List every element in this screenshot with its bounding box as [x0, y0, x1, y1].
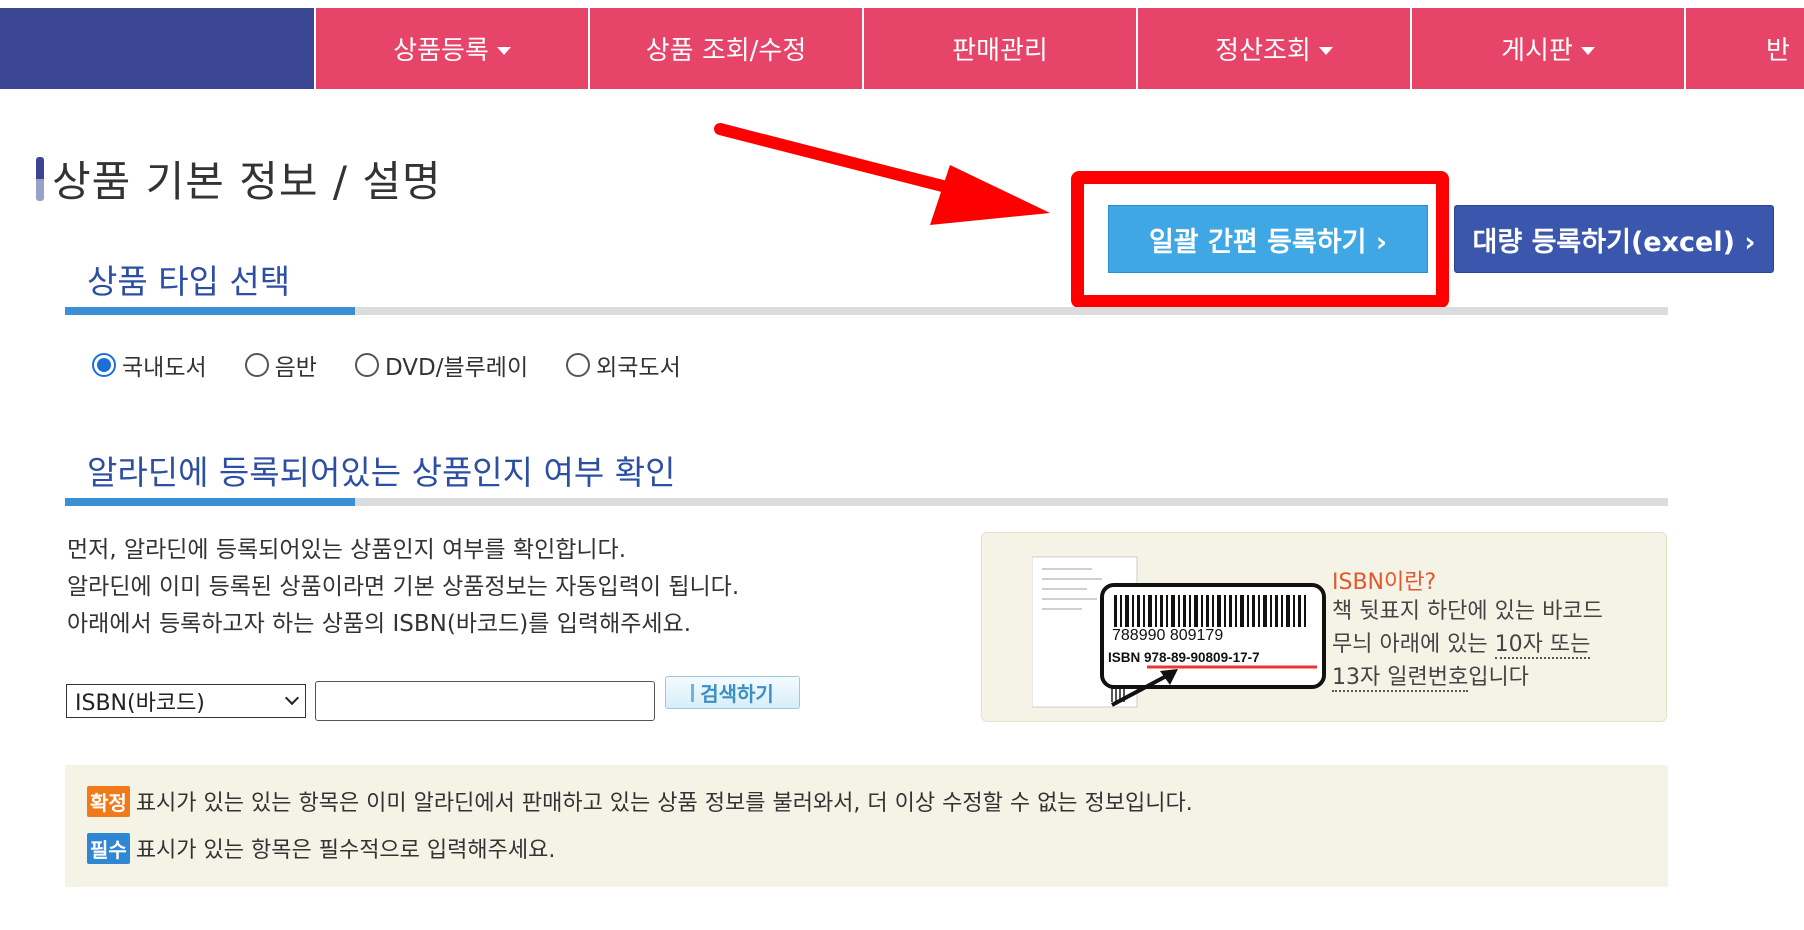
isbn-info-box: 788990 809179 ISBN 978-89-90809-17-7 ISB… [981, 532, 1667, 722]
nav-item-settlement[interactable]: 정산조회 [1136, 8, 1410, 89]
isbn-info-emphasis: 13자 일련번호 [1332, 665, 1469, 692]
section-product-type: 상품 타입 선택 [65, 255, 1668, 315]
isbn-info-line: 무늬 아래에 있는 10자 또는 [1332, 628, 1603, 661]
description-line: 알라딘에 이미 등록된 상품이라면 기본 상품정보는 자동입력이 됩니다. [67, 574, 740, 600]
radio-unchecked-icon[interactable] [244, 353, 269, 377]
isbn-info-text-part: 무늬 아래에 있는 [1332, 632, 1495, 657]
check-description: 먼저, 알라딘에 등록되어있는 상품인지 여부를 확인합니다. 알라딘에 이미 … [67, 532, 739, 643]
barcode-illustration-icon: 788990 809179 ISBN 978-89-90809-17-7 [1032, 556, 1326, 708]
select-value: ISBN(바코드) [75, 691, 205, 716]
caret-down-icon [1580, 46, 1595, 55]
page-title-text: 상품 기본 정보 / 설명 [52, 157, 442, 206]
product-type-radio-group: 국내도서 음반 DVD/블루레이 외국도서 [92, 348, 719, 382]
section-title: 상품 타입 선택 [87, 262, 291, 301]
isbn-number-label: ISBN 978-89-90809-17-7 [1108, 650, 1260, 665]
red-arrow-annotation-icon [714, 123, 1050, 225]
section-divider-accent [65, 498, 355, 506]
search-button[interactable]: 검색하기 [665, 676, 800, 709]
isbn-search-input[interactable] [315, 681, 655, 721]
caret-down-icon [1318, 46, 1333, 55]
radio-label: 국내도서 [122, 355, 207, 381]
brand-area[interactable] [0, 8, 314, 89]
section-title: 알라딘에 등록되어있는 상품인지 여부 확인 [87, 453, 676, 492]
nav-item-return[interactable]: 반 [1684, 8, 1804, 89]
nav-item-board[interactable]: 게시판 [1410, 8, 1684, 89]
nav-item-product-register[interactable]: 상품등록 [314, 8, 588, 89]
nav-label: 정산조회 [1215, 36, 1311, 66]
radio-dvd-bluray[interactable]: DVD/블루레이 [354, 348, 529, 382]
radio-unchecked-icon[interactable] [354, 353, 379, 377]
isbn-info-text-part: 입니다 [1468, 665, 1529, 690]
notice-confirmed-line: 확정 표시가 있는 있는 항목은 이미 알라딘에서 판매하고 있는 상품 정보를… [87, 785, 1193, 817]
radio-foreign-book[interactable]: 외국도서 [566, 348, 681, 382]
confirmed-badge: 확정 [87, 785, 130, 817]
isbn-info-line: 13자 일련번호입니다 [1332, 661, 1603, 694]
description-line: 먼저, 알라딘에 등록되어있는 상품인지 여부를 확인합니다. [67, 537, 627, 563]
nav-label: 상품 조회/수정 [645, 36, 807, 66]
nav-label: 판매관리 [952, 36, 1048, 66]
barcode-digits: 788990 809179 [1112, 627, 1223, 644]
notice-text: 표시가 있는 있는 항목은 이미 알라딘에서 판매하고 있는 상품 정보를 불러… [135, 791, 1193, 816]
notice-required-line: 필수 표시가 있는 항목은 필수적으로 입력해주세요. [87, 832, 555, 864]
radio-album[interactable]: 음반 [244, 348, 317, 382]
search-button-bar-icon [691, 683, 695, 702]
section-registration-check: 알라딘에 등록되어있는 상품인지 여부 확인 [65, 446, 1668, 506]
radio-unchecked-icon[interactable] [566, 353, 591, 377]
isbn-info-emphasis: 10자 또는 [1494, 632, 1591, 659]
page-title: 상품 기본 정보 / 설명 [36, 148, 442, 209]
nav-label: 상품등록 [393, 36, 489, 66]
isbn-info-title: ISBN이란? [1332, 570, 1437, 595]
search-button-label: 검색하기 [700, 682, 774, 706]
radio-label: 음반 [274, 355, 317, 381]
nav-label: 게시판 [1501, 36, 1573, 66]
radio-label: DVD/블루레이 [384, 355, 529, 381]
section-divider-accent [65, 307, 355, 315]
section-divider [65, 307, 1668, 315]
required-badge: 필수 [87, 832, 130, 864]
notice-box: 확정 표시가 있는 있는 항목은 이미 알라딘에서 판매하고 있는 상품 정보를… [65, 765, 1668, 887]
chevron-down-icon [284, 690, 300, 706]
description-line: 아래에서 등록하고자 하는 상품의 ISBN(바코드)를 입력해주세요. [67, 611, 692, 637]
radio-label: 외국도서 [596, 355, 681, 381]
section-divider [65, 498, 1668, 506]
nav-item-product-search-edit[interactable]: 상품 조회/수정 [588, 8, 862, 89]
search-type-select[interactable]: ISBN(바코드) [66, 684, 306, 718]
caret-down-icon [496, 46, 511, 55]
isbn-info-text: 책 뒷표지 하단에 있는 바코드 무늬 아래에 있는 10자 또는 13자 일련… [1332, 595, 1603, 694]
title-bar-icon [36, 156, 44, 201]
radio-checked-icon[interactable] [92, 353, 116, 377]
notice-text: 표시가 있는 항목은 필수적으로 입력해주세요. [135, 838, 556, 863]
nav-label: 반 [1766, 36, 1790, 66]
radio-domestic-book[interactable]: 국내도서 [92, 348, 207, 382]
main-menu: 상품등록 상품 조회/수정 판매관리 정산조회 게시판 반 [314, 8, 1804, 89]
nav-item-sales-management[interactable]: 판매관리 [862, 8, 1136, 89]
top-navigation: 상품등록 상품 조회/수정 판매관리 정산조회 게시판 반 [0, 8, 1804, 89]
isbn-info-line: 책 뒷표지 하단에 있는 바코드 [1332, 599, 1603, 624]
